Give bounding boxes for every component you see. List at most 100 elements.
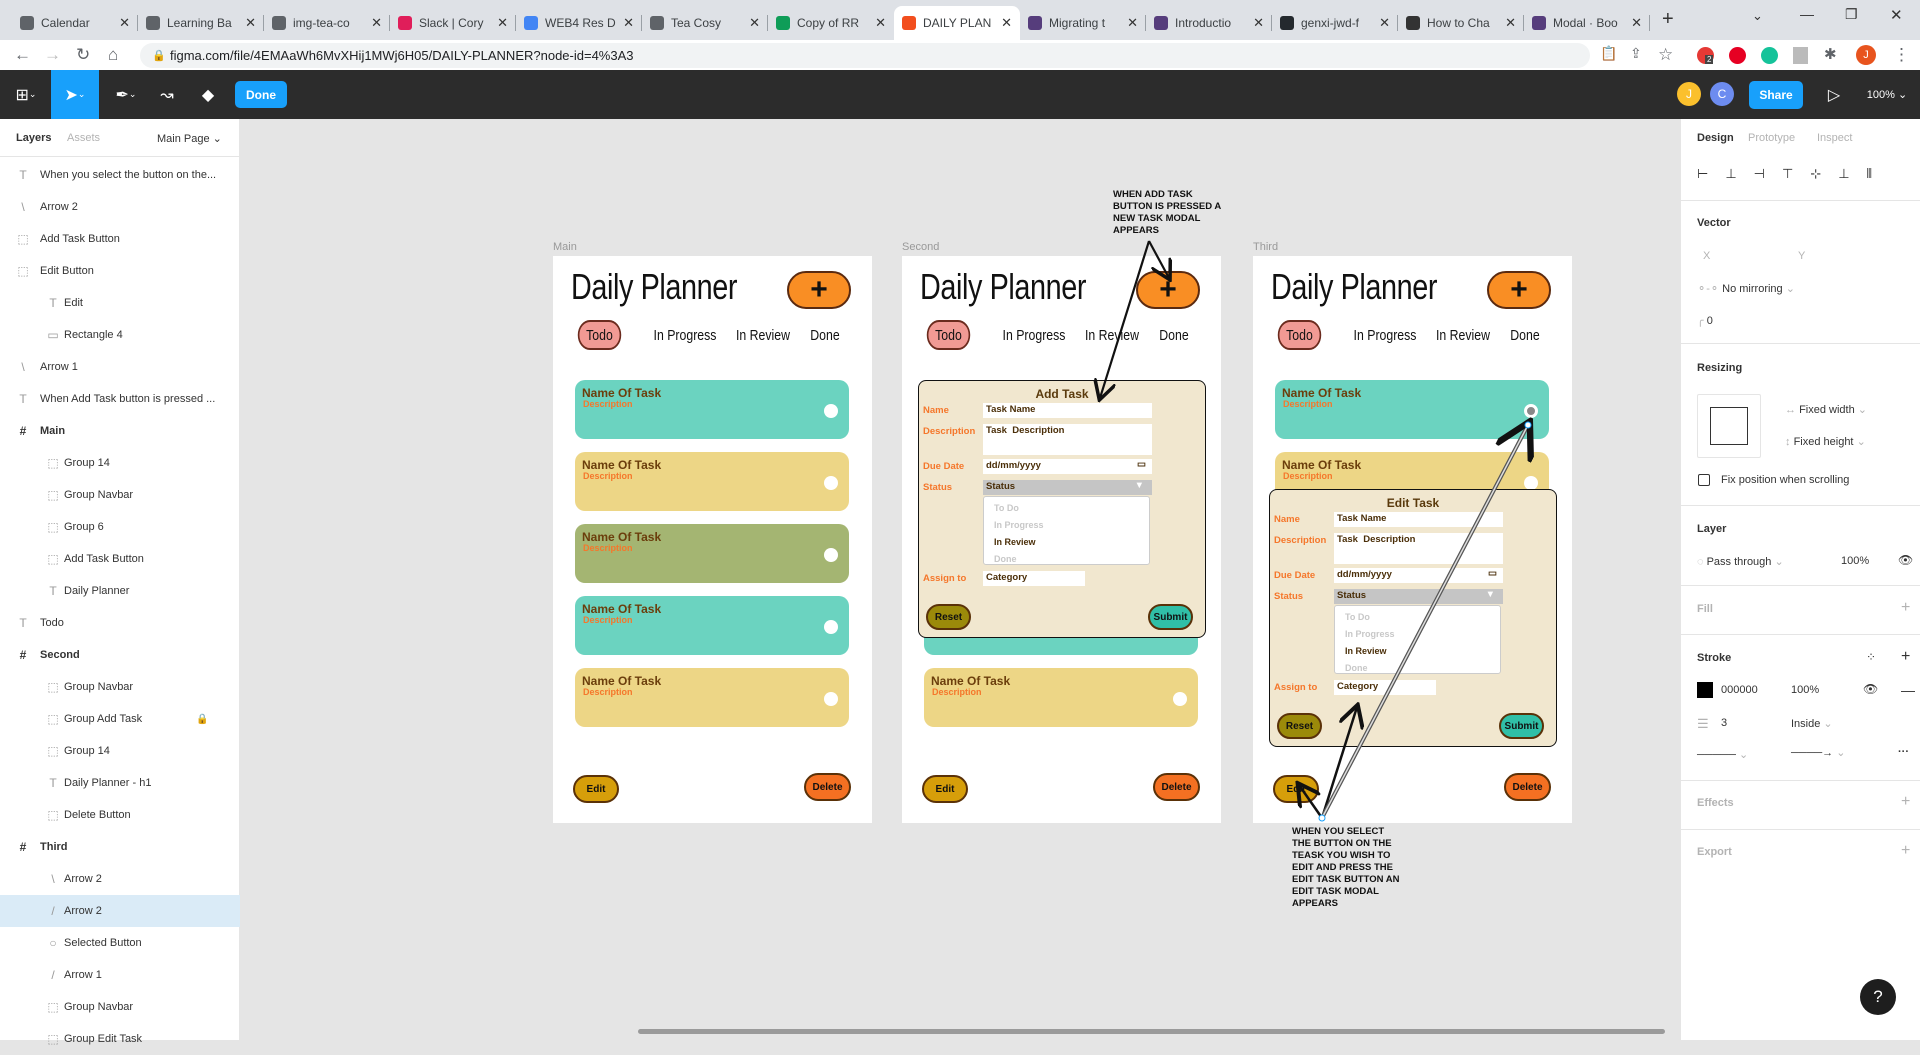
stroke-styles-icon[interactable]: ⁘: [1866, 650, 1876, 664]
browser-tab[interactable]: Calendar ✕: [12, 6, 138, 40]
layer-item[interactable]: ⬚ Group 14: [0, 735, 240, 767]
pinterest-extension-icon[interactable]: [1729, 47, 1746, 64]
status-option[interactable]: In Progress: [994, 520, 1044, 530]
submit-button[interactable]: Submit: [1499, 713, 1544, 739]
task-description-input[interactable]: Task Description: [983, 424, 1152, 455]
layer-item[interactable]: T When you select the button on the...: [0, 159, 240, 191]
stroke-weight-value[interactable]: 3: [1721, 717, 1727, 729]
grammarly-extension-icon[interactable]: [1761, 47, 1778, 64]
status-option[interactable]: In Review: [1345, 646, 1387, 656]
layer-item[interactable]: ⬚ Add Task Button: [0, 223, 240, 255]
close-tab-icon[interactable]: ✕: [1379, 15, 1390, 31]
edit-task-annotation[interactable]: WHEN YOU SELECT THE BUTTON ON THE TEASK …: [1292, 826, 1400, 910]
layer-item[interactable]: ⬚ Group 6: [0, 511, 240, 543]
extensions-puzzle-icon[interactable]: ✱: [1824, 45, 1837, 63]
close-tab-icon[interactable]: ✕: [497, 15, 508, 31]
layer-item[interactable]: ⬚ Group Navbar: [0, 991, 240, 1023]
layer-item[interactable]: # Second: [0, 639, 240, 671]
layer-item[interactable]: ⬚ Group Add Task 🔒: [0, 703, 240, 735]
remove-stroke-icon[interactable]: —: [1901, 682, 1915, 698]
blend-mode-dropdown[interactable]: ◌ Pass through ⌄: [1697, 555, 1784, 568]
horizontal-scrollbar[interactable]: [638, 1029, 1665, 1034]
nav-tab[interactable]: Todo: [1277, 320, 1322, 350]
planner-frame[interactable]: Daily Planner + Todo In Progress In Review D…: [553, 256, 872, 823]
done-button[interactable]: Done: [235, 81, 287, 108]
nav-tab[interactable]: In Progress: [1354, 320, 1417, 350]
status-option[interactable]: To Do: [1345, 612, 1370, 622]
task-description-input[interactable]: Task Description: [1334, 533, 1503, 564]
layer-item[interactable]: ⬚ Group 14: [0, 447, 240, 479]
assign-to-input[interactable]: Category: [1334, 680, 1436, 695]
nav-tab[interactable]: Todo: [577, 320, 622, 350]
task-card[interactable]: Name Of Task Description: [575, 668, 849, 727]
bookmark-star-icon[interactable]: ☆: [1658, 45, 1673, 65]
present-play-icon[interactable]: ▷: [1822, 70, 1846, 119]
browser-tab[interactable]: Learning Ba ✕: [138, 6, 264, 40]
restore-button[interactable]: ❐: [1845, 6, 1858, 23]
profile-avatar[interactable]: J: [1856, 45, 1876, 65]
status-select[interactable]: Status ▼: [1334, 589, 1503, 604]
nav-tab[interactable]: In Review: [1084, 320, 1140, 350]
layer-item[interactable]: # Main: [0, 415, 240, 447]
edit-button[interactable]: Edit: [573, 775, 619, 803]
browser-tab[interactable]: Migrating t ✕: [1020, 6, 1146, 40]
layer-item[interactable]: ⬚ Group Navbar: [0, 479, 240, 511]
paint-bucket-icon[interactable]: ◆: [193, 70, 223, 119]
browser-tab[interactable]: DAILY PLAN ✕: [894, 6, 1020, 40]
browser-tab[interactable]: WEB4 Res D ✕: [516, 6, 642, 40]
share-page-icon[interactable]: ⇪: [1630, 45, 1642, 62]
browser-menu-icon[interactable]: ⋮: [1893, 45, 1910, 65]
submit-button[interactable]: Submit: [1148, 604, 1193, 630]
close-tab-icon[interactable]: ✕: [1001, 15, 1012, 31]
stroke-position-dropdown[interactable]: Inside ⌄: [1791, 717, 1833, 730]
close-tab-icon[interactable]: ✕: [749, 15, 760, 31]
due-date-input[interactable]: dd/mm/yyyy ▭: [1334, 568, 1503, 583]
layer-item[interactable]: ⬚ Edit Button: [0, 255, 240, 287]
layer-item[interactable]: ⬚ Group Edit Task: [0, 1023, 240, 1055]
align-toolbar[interactable]: ⊢⊥⊣⊤⊹⊥⫴: [1697, 166, 1889, 182]
tab-prototype[interactable]: Prototype: [1748, 132, 1795, 144]
task-card[interactable]: Name Of Task Description: [575, 596, 849, 655]
task-card[interactable]: Name Of Task Description: [575, 524, 849, 583]
tab-assets[interactable]: Assets: [67, 132, 100, 144]
calendar-icon[interactable]: ▭: [1137, 459, 1146, 470]
planner-frame[interactable]: Daily Planner + Todo In Progress In Review D…: [1253, 256, 1572, 823]
select-radio[interactable]: [1524, 404, 1538, 418]
layer-opacity-field[interactable]: 100%: [1841, 555, 1869, 567]
frame-label[interactable]: Second: [902, 241, 939, 253]
status-option[interactable]: Done: [994, 554, 1017, 564]
layer-item[interactable]: T Todo: [0, 607, 240, 639]
nav-tab[interactable]: Done: [1158, 320, 1191, 350]
select-radio[interactable]: [824, 404, 838, 418]
extension-icon[interactable]: [1793, 47, 1808, 64]
frame-label[interactable]: Main: [553, 241, 577, 253]
due-date-input[interactable]: dd/mm/yyyy ▭: [983, 459, 1152, 474]
frame-label[interactable]: Third: [1253, 241, 1278, 253]
layer-item[interactable]: \ Arrow 2: [0, 191, 240, 223]
x-field[interactable]: X: [1703, 250, 1710, 262]
select-radio[interactable]: [824, 476, 838, 490]
close-tab-icon[interactable]: ✕: [1127, 15, 1138, 31]
add-task-button[interactable]: +: [787, 271, 851, 309]
forward-icon[interactable]: →: [44, 45, 61, 65]
layer-item[interactable]: T Daily Planner - h1: [0, 767, 240, 799]
delete-button[interactable]: Delete: [1504, 773, 1551, 801]
task-card[interactable]: Name Of Task Description: [1275, 380, 1549, 439]
add-fill-icon[interactable]: +: [1901, 599, 1910, 617]
add-stroke-icon[interactable]: +: [1901, 648, 1910, 666]
close-tab-icon[interactable]: ✕: [875, 15, 886, 31]
tab-inspect[interactable]: Inspect: [1817, 132, 1852, 144]
fixed-width-dropdown[interactable]: ↔ Fixed width ⌄: [1785, 403, 1867, 416]
add-effect-icon[interactable]: +: [1901, 793, 1910, 811]
layer-item[interactable]: T Daily Planner: [0, 575, 240, 607]
browser-tab[interactable]: Slack | Cory ✕: [390, 6, 516, 40]
share-button[interactable]: Share: [1749, 81, 1803, 109]
reset-button[interactable]: Reset: [926, 604, 971, 630]
close-tab-icon[interactable]: ✕: [245, 15, 256, 31]
help-button[interactable]: ?: [1860, 979, 1896, 1015]
more-options-icon[interactable]: ···: [1898, 746, 1909, 758]
close-window-button[interactable]: ✕: [1890, 6, 1903, 24]
corner-radius-field[interactable]: ╭ 0: [1697, 314, 1713, 327]
close-tab-icon[interactable]: ✕: [1505, 15, 1516, 31]
tab-search-button[interactable]: ⌄: [1752, 8, 1763, 24]
